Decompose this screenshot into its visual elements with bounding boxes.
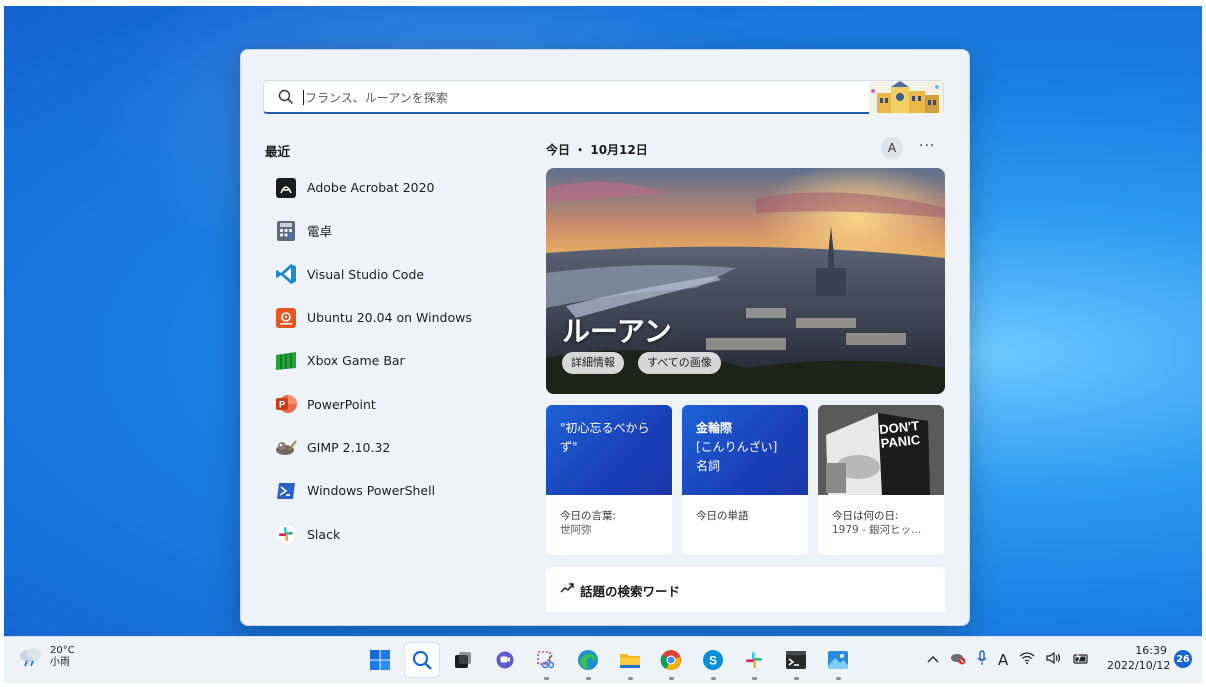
- word-of-the-day-card[interactable]: 金輪際 [こんりんざい] 名詞 今日の単語: [682, 405, 808, 555]
- weather-condition: 小雨: [50, 657, 70, 668]
- clock-time: 16:39: [1135, 644, 1167, 657]
- microphone-icon[interactable]: [977, 650, 987, 669]
- all-images-chip[interactable]: すべての画像: [638, 352, 721, 374]
- search-panel: フランス、ルーアンを探索 最近 Adobe Acrobat 2020 電卓 Vi…: [240, 49, 970, 626]
- word-title: 金輪際: [696, 421, 733, 435]
- search-placeholder: フランス、ルーアンを探索: [305, 91, 448, 105]
- ubuntu-icon: [275, 307, 297, 329]
- system-tray: A: [927, 650, 1100, 669]
- hero-card-rouen[interactable]: ルーアン 詳細情報 すべての画像: [546, 168, 945, 394]
- edge-icon[interactable]: [571, 643, 605, 680]
- clock[interactable]: 16:39 2022/10/12: [1107, 643, 1171, 673]
- chrome-icon[interactable]: [654, 643, 688, 680]
- taskbar: 20°C 小雨 S A 16:39 2022/10/12 26: [4, 636, 1202, 683]
- card-sub: 世阿弥: [560, 524, 592, 536]
- recent-item-label: Windows PowerShell: [307, 483, 436, 499]
- recent-item-powerpoint[interactable]: P PowerPoint: [265, 382, 525, 425]
- rain-cloud-icon: [20, 648, 41, 667]
- vscode-icon: [275, 263, 297, 285]
- trending-arrow-icon: [560, 583, 574, 593]
- recent-item-adobe-acrobat[interactable]: Adobe Acrobat 2020: [265, 166, 525, 209]
- card-sub: 1979 - 銀河ヒッ...: [832, 524, 922, 536]
- account-avatar[interactable]: A: [881, 137, 903, 159]
- file-explorer-icon[interactable]: [613, 643, 647, 680]
- recent-item-powershell[interactable]: Windows PowerShell: [265, 469, 525, 512]
- word-pos: 名詞: [696, 459, 721, 473]
- recent-item-slack[interactable]: Slack: [265, 512, 525, 555]
- taskbar-apps: S: [363, 643, 862, 680]
- search-input[interactable]: フランス、ルーアンを探索: [263, 80, 944, 115]
- terminal-icon[interactable]: [779, 643, 813, 680]
- start-icon[interactable]: [363, 643, 397, 677]
- recent-item-label: Adobe Acrobat 2020: [307, 180, 435, 196]
- onedrive-error-icon[interactable]: [950, 651, 966, 668]
- recent-item-calculator[interactable]: 電卓: [265, 209, 525, 252]
- recent-heading: 最近: [265, 144, 291, 159]
- recent-item-vscode[interactable]: Visual Studio Code: [265, 253, 525, 296]
- quote-text: "初心忘るべからず": [546, 405, 672, 495]
- xbox-game-bar-icon: [275, 350, 297, 372]
- recent-item-label: Xbox Game Bar: [307, 353, 405, 369]
- volume-icon[interactable]: [1046, 651, 1062, 667]
- powerpoint-icon: P: [275, 393, 297, 415]
- card-label: 今日は何の日:: [832, 510, 899, 522]
- recent-item-label: Visual Studio Code: [307, 266, 425, 282]
- recent-item-label: Ubuntu 20.04 on Windows: [307, 310, 472, 326]
- wifi-icon[interactable]: [1019, 652, 1035, 667]
- recent-item-label: GIMP 2.10.32: [307, 439, 391, 455]
- notification-badge[interactable]: 26: [1174, 650, 1192, 668]
- teams-chat-icon[interactable]: [488, 643, 522, 677]
- svg-text:S: S: [709, 654, 717, 668]
- trending-label: 話題の検索ワード: [580, 584, 681, 599]
- text-caret: [303, 90, 304, 105]
- snipping-tool-icon[interactable]: [529, 643, 563, 680]
- calculator-icon: [275, 220, 297, 242]
- dont-panic-photo: DON'T PANIC: [818, 405, 944, 495]
- card-label: 今日の単語: [696, 510, 749, 522]
- recent-item-label: Slack: [307, 526, 341, 542]
- on-this-day-card[interactable]: DON'T PANIC 今日は何の日: 1979 - 銀河ヒッ...: [818, 405, 944, 555]
- recent-item-xbox-game-bar[interactable]: Xbox Game Bar: [265, 339, 525, 382]
- recent-item-label: PowerPoint: [307, 396, 376, 412]
- slack-icon: [275, 523, 297, 545]
- today-date-heading: 今日 ・ 10月12日: [546, 143, 648, 157]
- ime-indicator[interactable]: A: [998, 651, 1008, 669]
- more-options-button[interactable]: ···: [919, 138, 935, 154]
- photos-icon[interactable]: [821, 643, 855, 680]
- details-chip[interactable]: 詳細情報: [562, 352, 624, 374]
- chevron-up-icon[interactable]: [927, 653, 939, 667]
- slack-icon[interactable]: [737, 643, 771, 680]
- task-view-icon[interactable]: [446, 643, 480, 677]
- skype-icon[interactable]: S: [696, 643, 730, 680]
- recent-list: Adobe Acrobat 2020 電卓 Visual Studio Code…: [265, 166, 525, 556]
- svg-text:P: P: [279, 400, 285, 410]
- weather-widget[interactable]: 20°C 小雨: [18, 645, 75, 669]
- battery-icon[interactable]: [1073, 651, 1089, 667]
- recent-item-gimp[interactable]: GIMP 2.10.32: [265, 426, 525, 469]
- rouen-illustration-icon: [869, 81, 943, 115]
- adobe-acrobat-icon: [275, 177, 297, 199]
- powershell-icon: [275, 480, 297, 502]
- trending-searches-card[interactable]: 話題の検索ワード: [546, 567, 945, 612]
- weather-temp: 20°C: [50, 645, 75, 656]
- recent-item-label: 電卓: [307, 224, 333, 240]
- search-icon[interactable]: [404, 643, 439, 677]
- search-icon: [278, 89, 294, 105]
- card-label: 今日の言葉:: [560, 510, 617, 522]
- word-reading: [こんりんざい]: [696, 440, 778, 454]
- quote-of-the-day-card[interactable]: "初心忘るべからず" 今日の言葉: 世阿弥: [546, 405, 672, 555]
- clock-date: 2022/10/12: [1107, 659, 1171, 672]
- hero-title: ルーアン: [562, 315, 672, 348]
- recent-item-ubuntu[interactable]: Ubuntu 20.04 on Windows: [265, 296, 525, 339]
- gimp-icon: [275, 436, 297, 458]
